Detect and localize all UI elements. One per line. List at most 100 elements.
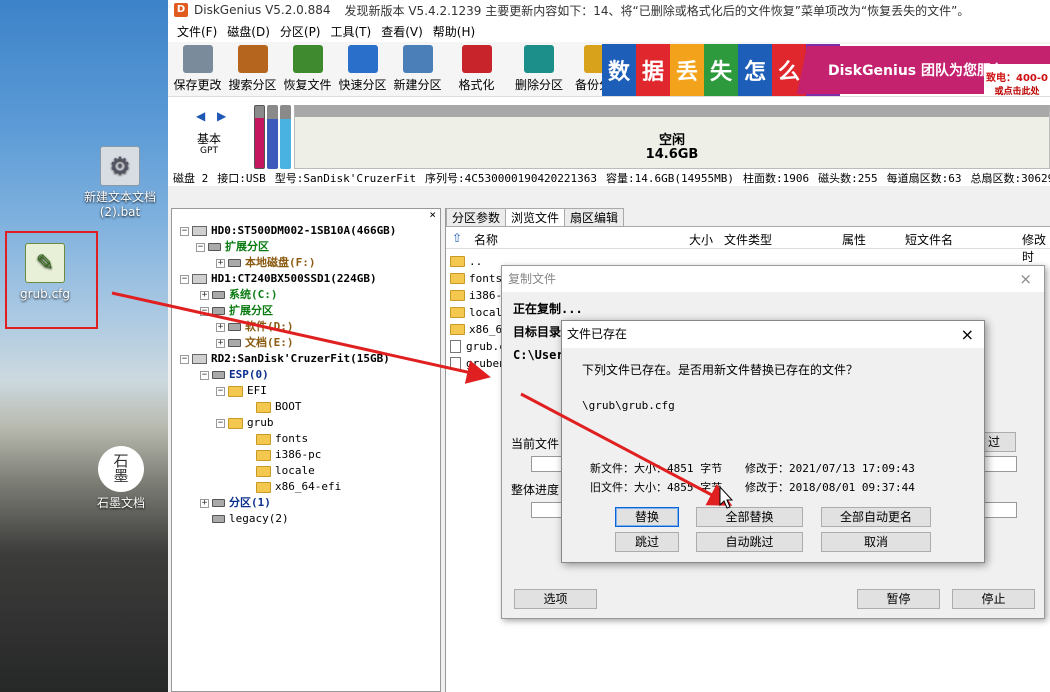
partition-icon xyxy=(212,371,225,379)
tab-partition-params[interactable]: 分区参数 xyxy=(446,208,507,226)
file-row[interactable]: grub.c xyxy=(450,338,506,355)
auto-skip-button[interactable]: 自动跳过 xyxy=(696,532,803,552)
skip-button[interactable]: 跳过 xyxy=(615,532,679,552)
toolbar-button-5[interactable]: 格式化 xyxy=(454,45,499,96)
file-row[interactable]: i386-p xyxy=(450,287,509,304)
banner-char: 数 xyxy=(602,44,636,96)
partition-icon xyxy=(228,323,241,331)
close-icon[interactable]: × xyxy=(961,321,974,348)
tree-item[interactable]: x86_64-efi xyxy=(244,479,341,495)
file-name: fonts xyxy=(469,272,503,285)
close-icon[interactable]: × xyxy=(1019,266,1032,292)
toolbar-button-2[interactable]: 恢复文件 xyxy=(280,45,335,96)
tree-item[interactable]: i386-pc xyxy=(244,447,321,463)
toolbar-button-6[interactable]: 删除分区 xyxy=(509,45,569,96)
file-row[interactable]: locale xyxy=(450,304,509,321)
options-button[interactable]: 选项 xyxy=(514,589,597,609)
col-modified[interactable]: 修改时 xyxy=(1022,231,1050,265)
desktop-icon-bat[interactable]: ⚙ 新建文本文档 (2).bat xyxy=(75,146,165,220)
file-row[interactable]: x86_64 xyxy=(450,321,509,338)
tree-item[interactable]: + 系统(C:) xyxy=(200,287,278,303)
desktop-icon-shimo[interactable]: 石 墨 石墨文档 xyxy=(76,446,166,511)
tree-item[interactable]: locale xyxy=(244,463,315,479)
disk-nav-arrows[interactable]: ◀ ▶ xyxy=(196,109,230,123)
collapse-icon[interactable]: − xyxy=(180,354,189,364)
replace-all-button[interactable]: 全部替换 xyxy=(696,507,803,527)
tree-item[interactable]: + 软件(D:) xyxy=(216,319,294,335)
promo-banner[interactable]: 数据丢失怎么办 DiskGenius 团队为您服务 致电：400-0 或点击此处 xyxy=(602,44,1050,96)
update-notice[interactable]: 发现新版本 V5.4.2.1239 主要更新内容如下：14、将“已删除或格式化后… xyxy=(345,2,970,19)
partition-icon xyxy=(208,243,221,251)
partition-bar-1[interactable] xyxy=(267,105,278,169)
tree-item[interactable]: − HD0:ST500DM002-1SB10A(466GB) xyxy=(180,223,396,239)
tree-item[interactable]: legacy(2) xyxy=(200,511,289,527)
tree-item[interactable]: + 文档(E:) xyxy=(216,335,294,351)
collapse-icon[interactable]: − xyxy=(200,306,209,316)
collapse-icon[interactable]: − xyxy=(180,226,189,236)
up-arrow-icon[interactable]: ⇧ xyxy=(452,231,462,245)
menu-view[interactable]: 查看(V) xyxy=(376,23,428,40)
pause-button[interactable]: 暂停 xyxy=(857,589,940,609)
menu-disk[interactable]: 磁盘(D) xyxy=(222,23,275,40)
collapse-icon[interactable]: − xyxy=(200,370,209,380)
tree-item[interactable]: − EFI xyxy=(216,383,267,399)
tree-item[interactable]: fonts xyxy=(244,431,308,447)
collapse-icon[interactable]: − xyxy=(180,274,189,284)
partition-bars xyxy=(254,105,292,169)
tree-item[interactable]: − 扩展分区 xyxy=(200,303,273,319)
tree-item-label: x86_64-efi xyxy=(275,480,342,493)
tree-item-label: grub xyxy=(247,416,274,429)
collapse-icon[interactable]: − xyxy=(196,242,205,252)
tree-item[interactable]: − RD2:SanDisk'CruzerFit(15GB) xyxy=(180,351,390,367)
file-row[interactable]: .. xyxy=(450,253,482,270)
col-size[interactable]: 大小 xyxy=(689,231,713,248)
partition-bar-esp[interactable] xyxy=(254,105,265,169)
auto-rename-all-button[interactable]: 全部自动更名 xyxy=(821,507,931,527)
file-row[interactable]: gruben xyxy=(450,355,506,372)
tree-item-label: locale xyxy=(275,464,315,477)
col-short-name[interactable]: 短文件名 xyxy=(905,231,953,248)
free-space-area[interactable]: 空闲 14.6GB xyxy=(294,105,1050,169)
expand-icon[interactable]: + xyxy=(200,290,209,300)
menu-file[interactable]: 文件(F) xyxy=(172,23,222,40)
tree-item[interactable]: − ESP(0) xyxy=(200,367,269,383)
col-type[interactable]: 文件类型 xyxy=(724,231,772,248)
cancel-button[interactable]: 取消 xyxy=(821,532,931,552)
menu-tools[interactable]: 工具(T) xyxy=(326,23,377,40)
toolbar-button-1[interactable]: 搜索分区 xyxy=(225,45,280,96)
collapse-icon[interactable]: − xyxy=(216,418,225,428)
toolbar-button-4[interactable]: 新建分区 xyxy=(390,45,445,96)
tab-browse-files[interactable]: 浏览文件 xyxy=(505,208,566,226)
tree-item[interactable]: + 分区(1) xyxy=(200,495,271,511)
expand-icon[interactable]: + xyxy=(216,338,225,348)
tree-item[interactable]: − grub xyxy=(216,415,274,431)
tab-sector-edit[interactable]: 扇区编辑 xyxy=(564,208,625,226)
toolbar-icon xyxy=(461,45,492,73)
file-row[interactable]: fonts xyxy=(450,270,502,287)
menu-partition[interactable]: 分区(P) xyxy=(275,23,326,40)
expand-icon[interactable]: + xyxy=(200,498,209,508)
toolbar-button-3[interactable]: 快速分区 xyxy=(335,45,390,96)
tree-item[interactable]: + 本地磁盘(F:) xyxy=(216,255,316,271)
expand-icon[interactable]: + xyxy=(216,322,225,332)
collapse-icon[interactable]: − xyxy=(216,386,225,396)
tree-item[interactable]: − 扩展分区 xyxy=(196,239,269,255)
expand-icon[interactable]: + xyxy=(216,258,225,268)
tree-item-label: 分区(1) xyxy=(229,496,271,509)
replace-button[interactable]: 替换 xyxy=(615,507,679,527)
toolbar-button-0[interactable]: 保存更改 xyxy=(170,45,225,96)
current-file-label: 当前文件 xyxy=(511,437,560,451)
file-name: gruben xyxy=(466,357,506,370)
close-icon[interactable]: × xyxy=(429,208,436,221)
target-dir-path: C:\User xyxy=(513,348,564,362)
stop-button[interactable]: 停止 xyxy=(952,589,1035,609)
tree-item[interactable]: − HD1:CT240BX500SSD1(224GB) xyxy=(180,271,377,287)
folder-icon xyxy=(228,417,243,429)
app-logo-icon: D xyxy=(174,3,188,17)
menu-help[interactable]: 帮助(H) xyxy=(428,23,480,40)
tree-item[interactable]: BOOT xyxy=(244,399,302,415)
desktop: ⚙ 新建文本文档 (2).bat ✎ grub.cfg 石 墨 石墨文档 xyxy=(0,0,168,692)
col-attr[interactable]: 属性 xyxy=(842,231,866,248)
col-name[interactable]: 名称 xyxy=(474,231,498,248)
partition-bar-legacy[interactable] xyxy=(280,105,291,169)
